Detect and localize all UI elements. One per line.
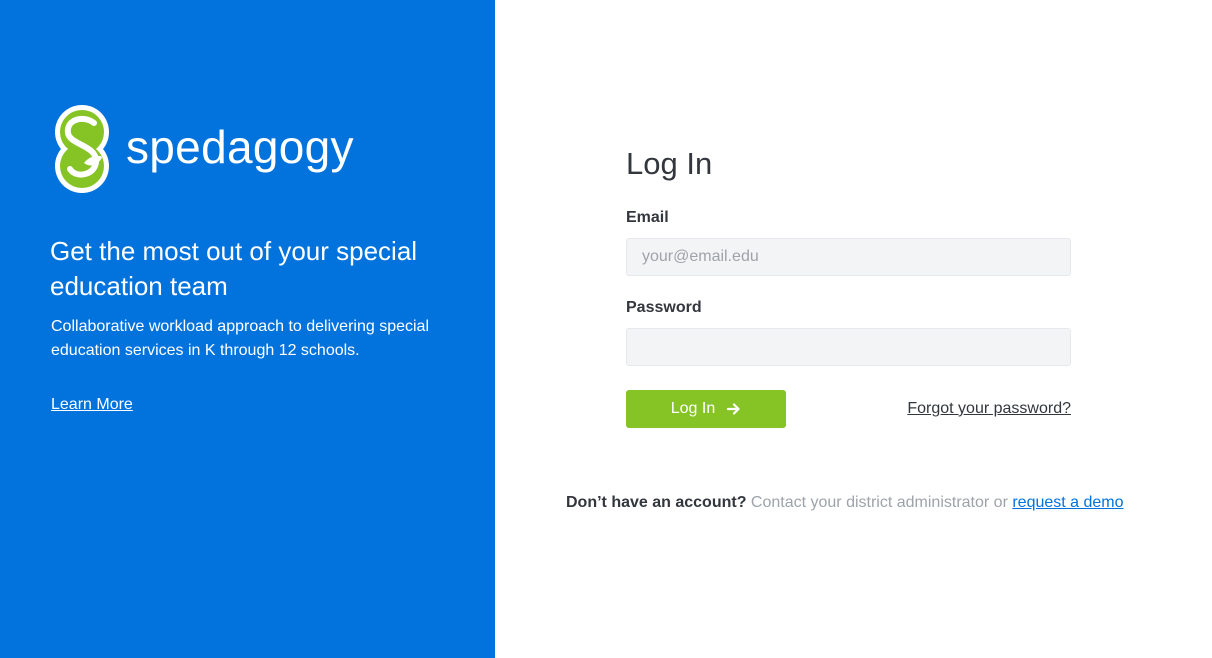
forgot-password-link[interactable]: Forgot your password? <box>907 400 1071 418</box>
brand-panel: spedagogy Get the most out of your speci… <box>0 0 495 658</box>
login-title: Log In <box>626 146 713 181</box>
login-button-label: Log In <box>670 400 716 417</box>
arrow-right-icon <box>727 403 740 415</box>
password-label: Password <box>626 299 702 316</box>
email-field[interactable] <box>626 238 1071 276</box>
signup-prompt: Don’t have an account? Contact your dist… <box>566 494 1124 512</box>
signup-prompt-bold: Don’t have an account? <box>566 494 747 511</box>
email-label: Email <box>626 209 669 226</box>
learn-more-link[interactable]: Learn More <box>51 396 133 414</box>
request-demo-link[interactable]: request a demo <box>1012 494 1123 511</box>
login-button[interactable]: Log In <box>626 390 786 428</box>
signup-prompt-text: Contact your district administrator or <box>746 494 1013 511</box>
brand-subtext: Collaborative workload approach to deliv… <box>51 318 429 359</box>
password-field[interactable] <box>626 328 1071 366</box>
spedagogy-logo-icon <box>55 105 109 193</box>
login-form-panel: Log In Email Password Log In Forgot your… <box>495 0 1212 658</box>
logo: spedagogy <box>50 105 354 193</box>
login-page: spedagogy Get the most out of your speci… <box>0 0 1212 658</box>
brand-headline: Get the most out of your special educati… <box>50 236 418 301</box>
brand-name: spedagogy <box>126 121 354 173</box>
